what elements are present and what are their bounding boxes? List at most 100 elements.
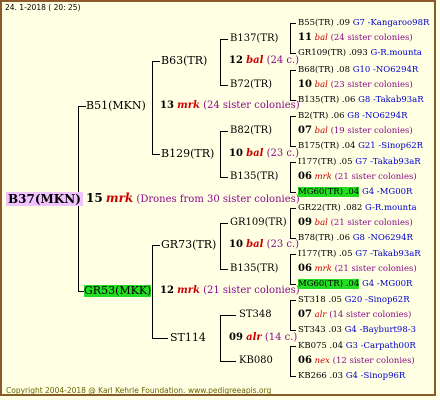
l4-1-top[interactable]: B68(TR) .08 G10 -NO6294R	[298, 64, 418, 76]
queen-l3-1[interactable]: B72(TR)	[230, 79, 272, 91]
connector-line	[290, 162, 291, 192]
connector-line	[220, 85, 228, 86]
pedigree-page: 24. 1-2018 ( 20: 25) B37(MKN) 15 mrk (Dr…	[0, 0, 440, 400]
l4-2-top[interactable]: B2(TR) .06 G8 -NO6294R	[298, 110, 408, 122]
queen-l2-2[interactable]: GR73(TR)	[161, 239, 216, 251]
l4-0-bot-origin: G-R.mounta	[370, 48, 422, 58]
l1-1-info: 12 mrk (21 sister colonies)	[160, 285, 300, 297]
connector-l1-lower	[152, 245, 153, 338]
queen-l1-1[interactable]: GR53(MKK)	[84, 285, 152, 297]
queen-l2-0[interactable]: B63(TR)	[161, 55, 207, 67]
connector-line	[290, 146, 296, 147]
queen-l3-0[interactable]: B137(TR)	[230, 33, 278, 45]
connector-line	[290, 23, 296, 24]
l4-5-top[interactable]: I177(TR) .05 G7 -Takab93aR	[298, 248, 421, 260]
l2-2-year: 10	[229, 239, 243, 250]
l4-0-note: (24 sister colonies)	[330, 33, 413, 43]
l4-7-bot[interactable]: KB266 .03 G4 -Sinop96R	[298, 370, 405, 382]
l2-1-info: 10 bal (23 c.)	[229, 148, 299, 160]
l4-1-top-origin: G10 -NO6294R	[352, 65, 419, 75]
connector-line	[220, 223, 221, 269]
l4-4-year: 09	[298, 217, 312, 228]
l4-1-bot[interactable]: B135(TR) .06 G8 -Takab93aR	[298, 94, 424, 106]
l4-1-mark: bal	[314, 80, 328, 90]
l4-6-mid: 07 alr (14 sister colonies)	[298, 309, 411, 321]
l4-1-bot-id: B135(TR) .06	[298, 95, 356, 105]
l4-2-mark: bal	[314, 126, 328, 136]
l2-1-mark: bal	[246, 148, 264, 159]
l4-4-mark: bal	[314, 218, 328, 228]
connector-line	[290, 346, 291, 376]
l4-3-bot[interactable]: MG60(TR) .04 G4 -MG00R	[298, 186, 412, 198]
connector-line	[290, 300, 296, 301]
l4-5-mark: mrk	[314, 264, 332, 274]
connector-line	[290, 116, 296, 117]
l4-0-mark: bal	[314, 33, 328, 43]
connector-line	[290, 254, 296, 255]
l4-1-bot-origin: G8 -Takab93aR	[358, 95, 424, 105]
l4-2-mid: 07 bal (19 sister colonies)	[298, 125, 413, 137]
connector-line	[220, 131, 221, 177]
root-mark: mrk	[105, 191, 134, 205]
connector-line	[290, 116, 291, 146]
l1-0-mark: mrk	[177, 100, 200, 111]
footer-site-link[interactable]: www.pedigreeapis.org	[188, 385, 271, 397]
l2-3-info: 09 alr (14 c.)	[229, 332, 297, 344]
l2-0-year: 12	[229, 55, 243, 66]
root-queen[interactable]: B37(MKN)	[6, 192, 83, 206]
l1-0-note: (24 sister colonies)	[203, 100, 300, 111]
l2-3-note: (14 c.)	[264, 332, 298, 343]
l2-0-note: (24 c.)	[266, 55, 300, 66]
queen-l3-2[interactable]: B82(TR)	[230, 125, 272, 137]
l4-6-top[interactable]: ST318 .05 G20 -Sinop62R	[298, 294, 410, 306]
l1-1-year: 12	[160, 285, 174, 296]
connector-line	[152, 245, 160, 246]
l2-0-mark: bal	[246, 55, 264, 66]
l4-7-mid: 06 nex (12 sister colonies)	[298, 355, 415, 367]
footer-copyright: Copyright 2004-2018 @ Karl Kehrle Founda…	[6, 386, 186, 395]
l4-4-bot-id: B78(TR) .06	[298, 233, 350, 243]
connector-line	[220, 177, 228, 178]
l2-1-note: (23 c.)	[266, 148, 300, 159]
l4-1-year: 10	[298, 79, 312, 90]
queen-l2-3[interactable]: ST114	[170, 332, 206, 344]
queen-l3-5[interactable]: B135(TR)	[230, 263, 278, 275]
l4-3-top[interactable]: I177(TR) .05 G7 -Takab93aR	[298, 156, 421, 168]
l4-0-year: 11	[298, 32, 312, 43]
l4-5-bot[interactable]: MG60(TR) .04 G4 -MG00R	[298, 278, 412, 290]
connector-line	[290, 162, 296, 163]
l4-4-top[interactable]: GR22(TR) .082 G-R.mounta	[298, 202, 417, 214]
l4-6-note: (14 sister colonies)	[329, 310, 412, 320]
l4-7-top[interactable]: KB075 .04 G3 -Carpath00R	[298, 340, 416, 352]
l4-2-note: (19 sister colonies)	[330, 126, 413, 136]
connector-line	[220, 315, 221, 361]
l4-7-note: (12 sister colonies)	[332, 356, 415, 366]
l4-7-top-id: KB075 .04	[298, 341, 344, 351]
connector-line	[290, 346, 296, 347]
l4-5-top-id: I177(TR) .05	[298, 249, 353, 259]
connector-line	[290, 70, 296, 71]
l4-0-top[interactable]: B55(TR) .09 G7 -Kangaroo98R	[298, 17, 429, 29]
l4-6-bot-id: ST343 .03	[298, 325, 342, 335]
connector-line	[290, 376, 296, 377]
connector-line	[290, 208, 291, 238]
l4-6-bot[interactable]: ST343 .03 G4 -Bayburt98-3	[298, 324, 416, 336]
queen-l1-0[interactable]: B51(MKN)	[86, 100, 146, 112]
queen-l3-4[interactable]: GR109(TR)	[230, 217, 287, 229]
queen-l3-7[interactable]: KB080	[239, 355, 273, 367]
queen-l3-6[interactable]: ST348	[239, 309, 272, 321]
connector-line	[152, 61, 160, 62]
l4-6-top-origin: G20 -Sinop62R	[344, 295, 410, 305]
l4-2-bot[interactable]: B175(TR) .04 G21 -Sinop62R	[298, 140, 423, 152]
l4-4-bot[interactable]: B78(TR) .06 G8 -NO6294R	[298, 232, 413, 244]
root-note: (Drones from 30 sister colonies)	[136, 194, 300, 205]
connector-line	[290, 254, 291, 284]
l4-0-bot[interactable]: GR109(TR) .093 G-R.mounta	[298, 47, 422, 59]
l1-1-mark: mrk	[177, 285, 200, 296]
queen-l3-3[interactable]: B135(TR)	[230, 171, 278, 183]
queen-l2-1[interactable]: B129(TR)	[161, 148, 214, 160]
connector-line	[290, 330, 296, 331]
l2-2-info: 10 bal (23 c.)	[229, 239, 299, 251]
l4-3-mark: mrk	[314, 172, 332, 182]
l2-0-info: 12 bal (24 c.)	[229, 55, 299, 67]
